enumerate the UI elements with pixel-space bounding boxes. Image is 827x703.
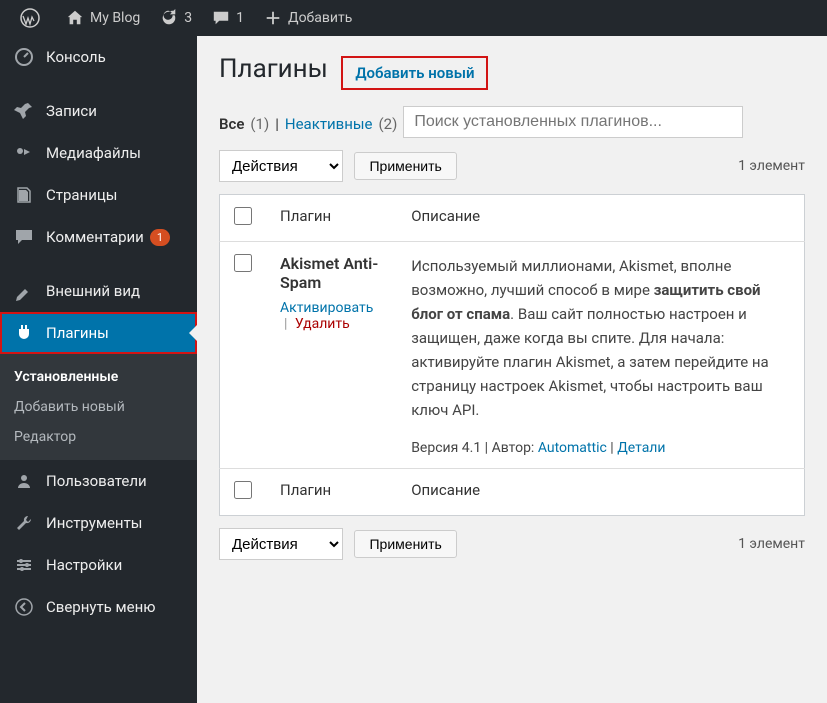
select-all-checkbox[interactable] xyxy=(234,207,252,225)
comments-icon xyxy=(12,227,36,247)
plus-icon xyxy=(264,9,282,27)
apply-button[interactable]: Применить xyxy=(354,152,456,180)
home-icon xyxy=(66,9,84,27)
delete-link[interactable]: Удалить xyxy=(295,316,350,332)
col-plugin[interactable]: Плагин xyxy=(266,195,397,242)
sidebar-item-settings[interactable]: Настройки xyxy=(0,544,197,586)
site-link[interactable]: My Blog xyxy=(56,9,150,27)
apply-button-bottom[interactable]: Применить xyxy=(354,530,456,558)
comments-count: 1 xyxy=(236,10,244,26)
sidebar-item-dashboard[interactable]: Консоль xyxy=(0,36,197,78)
new-content-link[interactable]: Добавить xyxy=(254,9,362,27)
updates-link[interactable]: 3 xyxy=(150,9,202,27)
sidebar-item-comments[interactable]: Комментарии 1 xyxy=(0,216,197,258)
admin-bar: My Blog 3 1 Добавить xyxy=(0,0,827,36)
row-checkbox[interactable] xyxy=(234,254,252,272)
add-new-button[interactable]: Добавить новый xyxy=(341,56,488,90)
submenu-editor[interactable]: Редактор xyxy=(0,422,197,452)
settings-icon xyxy=(12,555,36,575)
site-name: My Blog xyxy=(90,10,140,26)
plugins-submenu: Установленные Добавить новый Редактор xyxy=(0,354,197,460)
new-content-label: Добавить xyxy=(288,10,352,26)
author-link[interactable]: Automattic xyxy=(538,440,607,456)
plugin-name: Akismet Anti-Spam xyxy=(280,254,383,292)
pin-icon xyxy=(12,101,36,121)
comment-icon xyxy=(212,9,230,27)
sidebar-item-appearance[interactable]: Внешний вид xyxy=(0,270,197,312)
plugins-table: Плагин Описание Akismet Anti-Spam Активи… xyxy=(219,194,805,516)
submenu-add-new[interactable]: Добавить новый xyxy=(0,392,197,422)
wp-logo[interactable] xyxy=(10,8,56,28)
col-description-foot[interactable]: Описание xyxy=(397,469,804,516)
col-description[interactable]: Описание xyxy=(397,195,804,242)
sidebar-item-pages[interactable]: Страницы xyxy=(0,174,197,216)
sidebar-item-label: Внешний вид xyxy=(46,282,140,300)
sidebar-item-posts[interactable]: Записи xyxy=(0,90,197,132)
sidebar-item-label: Консоль xyxy=(46,48,106,66)
media-icon xyxy=(12,143,36,163)
admin-sidebar: Консоль Записи Медиафайлы Страницы Комме… xyxy=(0,36,197,703)
badge: 1 xyxy=(150,229,170,246)
page-title: Плагины xyxy=(219,54,328,84)
filter-inactive[interactable]: Неактивные xyxy=(285,115,373,133)
row-actions: Активировать | Удалить xyxy=(280,300,383,332)
wordpress-icon xyxy=(20,8,40,28)
sidebar-item-label: Страницы xyxy=(46,186,117,204)
search-input[interactable] xyxy=(403,106,743,138)
sidebar-item-label: Медиафайлы xyxy=(46,144,141,162)
activate-link[interactable]: Активировать xyxy=(280,300,373,316)
comments-link[interactable]: 1 xyxy=(202,9,254,27)
sidebar-item-plugins[interactable]: Плагины xyxy=(0,312,197,354)
details-link[interactable]: Детали xyxy=(617,440,665,456)
bulk-action-select[interactable]: Действия xyxy=(219,150,343,182)
bulk-action-select-bottom[interactable]: Действия xyxy=(219,528,343,560)
dashboard-icon xyxy=(12,47,36,67)
elements-count: 1 элемент xyxy=(738,158,805,174)
appearance-icon xyxy=(12,281,36,301)
sidebar-item-media[interactable]: Медиафайлы xyxy=(0,132,197,174)
tablenav-top: Действия Применить 1 элемент xyxy=(219,150,805,182)
updates-count: 3 xyxy=(184,10,192,26)
col-plugin-foot[interactable]: Плагин xyxy=(266,469,397,516)
tablenav-bottom: Действия Применить 1 элемент xyxy=(219,528,805,560)
plugin-meta: Версия 4.1 | Автор: Automattic | Детали xyxy=(411,440,790,456)
sidebar-item-label: Плагины xyxy=(46,324,109,342)
sidebar-item-label: Инструменты xyxy=(46,514,142,532)
content-area: Плагины Добавить новый Все (1) | Неактив… xyxy=(197,36,827,703)
sidebar-item-label: Пользователи xyxy=(46,472,147,490)
sidebar-item-tools[interactable]: Инструменты xyxy=(0,502,197,544)
filter-all[interactable]: Все xyxy=(219,115,244,133)
sidebar-item-label: Настройки xyxy=(46,556,122,574)
tools-icon xyxy=(12,513,36,533)
update-icon xyxy=(160,9,178,27)
sidebar-item-label: Свернуть меню xyxy=(46,598,156,616)
plugin-row: Akismet Anti-Spam Активировать | Удалить… xyxy=(220,242,805,469)
users-icon xyxy=(12,471,36,491)
select-all-checkbox-bottom[interactable] xyxy=(234,481,252,499)
sidebar-collapse[interactable]: Свернуть меню xyxy=(0,586,197,628)
filter-links: Все (1) | Неактивные (2) xyxy=(219,110,805,138)
sidebar-item-users[interactable]: Пользователи xyxy=(0,460,197,502)
submenu-installed[interactable]: Установленные xyxy=(0,362,197,392)
plugin-description: Используемый миллионами, Akismet, вполне… xyxy=(411,254,790,422)
plugins-icon xyxy=(12,323,36,343)
sidebar-item-label: Комментарии xyxy=(46,228,144,246)
elements-count-bottom: 1 элемент xyxy=(738,536,805,552)
pages-icon xyxy=(12,185,36,205)
collapse-icon xyxy=(12,597,36,617)
sidebar-item-label: Записи xyxy=(46,102,97,120)
